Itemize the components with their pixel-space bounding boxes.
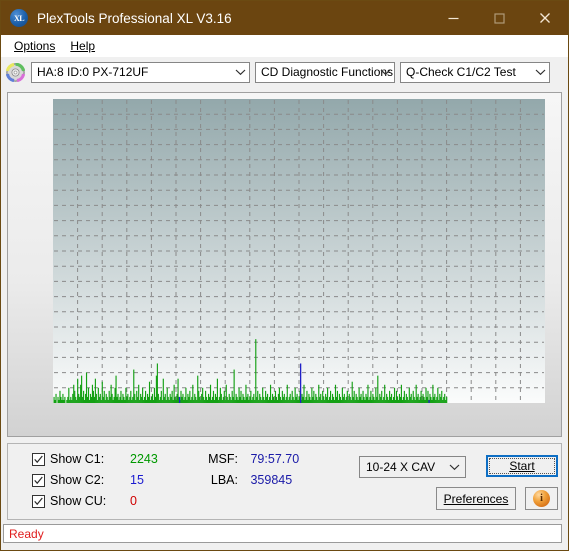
- test-select-value: Q-Check C1/C2 Test: [406, 65, 516, 79]
- show-cu-label: Show CU:: [50, 494, 107, 508]
- menu-item-help[interactable]: Help: [63, 37, 103, 55]
- show-c2-label: Show C2:: [50, 473, 105, 487]
- error-rate-chart: [53, 99, 545, 403]
- plextools-window: XL PlexTools Professional XL V3.16 Optio…: [0, 0, 569, 551]
- maximize-icon[interactable]: [476, 1, 522, 35]
- chevron-down-icon: [532, 63, 549, 82]
- preferences-button[interactable]: Preferences: [436, 487, 516, 510]
- app-logo-icon: XL: [10, 9, 28, 27]
- menu-help-label: Help: [70, 38, 96, 53]
- menu-item-options[interactable]: Options: [7, 37, 63, 55]
- title-bar: XL PlexTools Professional XL V3.16: [1, 1, 568, 35]
- start-button[interactable]: Start: [486, 455, 558, 477]
- msf-row: MSF: 79:57.70: [204, 452, 299, 466]
- preferences-button-label: Preferences: [443, 491, 509, 506]
- drive-select-value: HA:8 ID:0 PX-712UF: [37, 65, 149, 79]
- info-icon: i: [533, 490, 550, 507]
- msf-value: 79:57.70: [250, 452, 300, 466]
- menu-options-label: Options: [14, 38, 56, 53]
- disc-icon: [6, 62, 25, 82]
- chevron-down-icon: [446, 457, 463, 477]
- start-button-label: Start: [509, 459, 535, 473]
- chevron-down-icon: [377, 63, 394, 82]
- show-c2-row[interactable]: Show C2: 15: [32, 473, 144, 487]
- show-c2-checkbox[interactable]: [32, 473, 45, 487]
- msf-label: MSF:: [208, 452, 238, 466]
- selector-toolbar: HA:8 ID:0 PX-712UF CD Diagnostic Functio…: [1, 57, 568, 87]
- speed-select-value: 10-24 X CAV: [366, 460, 436, 474]
- test-select[interactable]: Q-Check C1/C2 Test: [400, 61, 550, 83]
- lba-label: LBA:: [210, 473, 238, 487]
- c2-count: 15: [130, 473, 144, 487]
- cu-count: 0: [130, 494, 137, 508]
- function-select-value: CD Diagnostic Functions: [261, 65, 394, 79]
- drive-select[interactable]: HA:8 ID:0 PX-712UF: [31, 61, 250, 83]
- status-bar: Ready: [3, 524, 562, 543]
- menu-bar: Options Help: [1, 35, 568, 57]
- function-select[interactable]: CD Diagnostic Functions: [255, 61, 395, 83]
- show-cu-row[interactable]: Show CU: 0: [32, 494, 137, 508]
- chevron-down-icon: [232, 63, 249, 82]
- lba-row: LBA: 359845: [204, 473, 292, 487]
- chart-panel: [7, 92, 562, 437]
- c1-count: 2243: [130, 452, 158, 466]
- show-c1-checkbox[interactable]: [32, 452, 45, 466]
- minimize-icon[interactable]: [430, 1, 476, 35]
- close-icon[interactable]: [522, 1, 568, 35]
- status-text: Ready: [9, 526, 44, 541]
- control-strip: Show C1: 2243 Show C2: 15 Show CU: 0 MSF…: [7, 443, 562, 520]
- info-button[interactable]: i: [525, 487, 558, 510]
- window-title: PlexTools Professional XL V3.16: [37, 10, 232, 26]
- window-controls: [430, 1, 568, 35]
- show-c1-row[interactable]: Show C1: 2243: [32, 452, 158, 466]
- show-cu-checkbox[interactable]: [32, 494, 45, 508]
- error-rate-plot: [8, 93, 561, 436]
- speed-select[interactable]: 10-24 X CAV: [359, 456, 466, 478]
- lba-value: 359845: [250, 473, 293, 487]
- show-c1-label: Show C1:: [50, 452, 105, 466]
